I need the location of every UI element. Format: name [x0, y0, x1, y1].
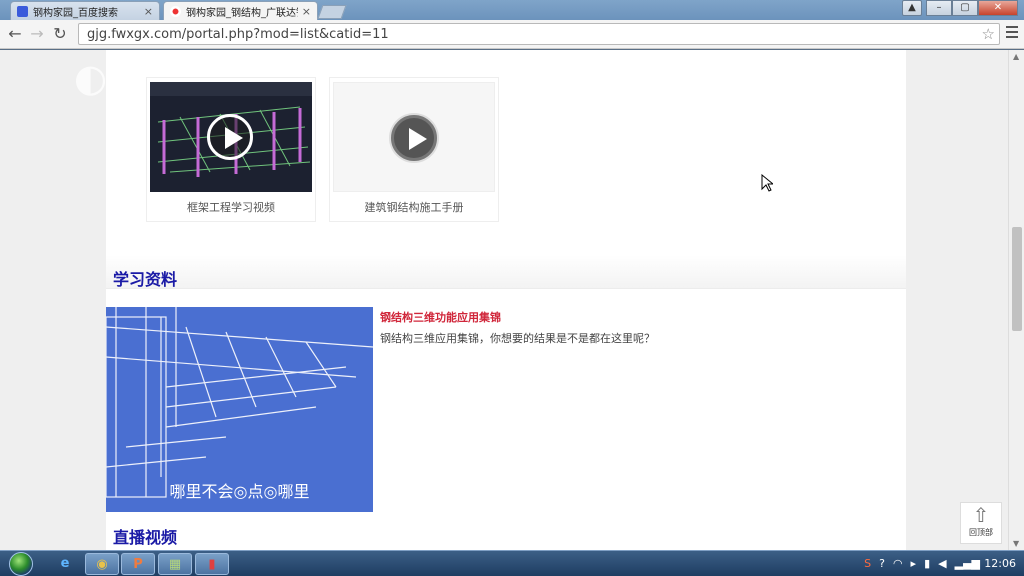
new-tab-button[interactable] — [317, 5, 347, 19]
browser-toolbar: ← → ↻ gjg.fwxgx.com/portal.php?mod=list&… — [0, 20, 1024, 49]
image-slogan: 哪里不会◎点◎哪里 — [169, 482, 310, 501]
windows-taskbar: e ◉ P ▦ ▮ S ? ◠ ▸ ▮ ◀ ▂▄▆ 12:06 — [0, 550, 1024, 576]
back-to-top-button[interactable]: ⇧ 回顶部 — [960, 502, 1002, 544]
video-caption[interactable]: 建筑钢结构施工手册 — [330, 199, 498, 215]
scrollbar-thumb[interactable] — [1012, 227, 1022, 331]
video-thumbnail[interactable] — [333, 82, 495, 192]
article-title-link[interactable]: 钢结构三维功能应用集锦 — [380, 309, 501, 325]
web-viewport: ◐ 框架工程学习视频 建筑钢结构施工手册 学习资料 哪里不会◎点◎哪里 钢结构三… — [0, 50, 1008, 550]
article-description: 钢结构三维应用集锦，你想要的结果是不是都在这里呢？ — [380, 332, 655, 345]
tab-close-icon[interactable]: × — [144, 5, 153, 18]
app-icon[interactable]: ▦ — [158, 553, 192, 575]
close-window-button[interactable]: ✕ — [978, 0, 1018, 16]
maximize-button[interactable]: ▢ — [952, 0, 978, 16]
tab-baidu-search[interactable]: 钢构家园_百度搜索 × — [10, 1, 160, 20]
forward-arrow-icon[interactable]: → — [28, 25, 46, 43]
vertical-scrollbar[interactable]: ▲ ▼ — [1008, 50, 1024, 550]
bookmark-star-icon[interactable]: ☆ — [982, 25, 995, 43]
signal-icon[interactable]: ▂▄▆ — [955, 557, 980, 570]
battery-icon[interactable]: ▮ — [924, 557, 930, 570]
site-favicon-icon — [170, 5, 181, 17]
tab-active-page[interactable]: 钢构家园_钢结构_广联达钢 × — [163, 1, 318, 20]
antivirus-icon[interactable]: S — [864, 557, 871, 570]
baidu-paw-icon — [17, 5, 28, 17]
back-arrow-icon[interactable]: ← — [6, 25, 24, 43]
address-bar[interactable]: gjg.fwxgx.com/portal.php?mod=list&catid=… — [78, 23, 1000, 45]
taskbar-clock[interactable]: 12:06 — [984, 557, 1016, 570]
scroll-down-icon[interactable]: ▼ — [1013, 539, 1019, 548]
network-icon[interactable]: ◠ — [893, 557, 903, 570]
chrome-icon[interactable]: ◉ — [85, 553, 119, 575]
tab-strip: 钢构家园_百度搜索 × 钢构家园_钢结构_广联达钢 × ▲ – ▢ ✕ — [0, 0, 1024, 20]
video-card-construction-manual[interactable]: 建筑钢结构施工手册 — [329, 77, 499, 222]
tab-close-icon[interactable]: × — [302, 5, 311, 18]
menu-icon[interactable] — [1006, 26, 1018, 41]
section-header-band — [106, 255, 906, 289]
volume-icon[interactable]: ◀ — [938, 557, 946, 570]
mouse-cursor-icon — [761, 173, 775, 195]
reload-icon[interactable]: ↻ — [51, 25, 69, 43]
user-icon[interactable]: ▲ — [902, 0, 922, 16]
site-logo-watermark: ◐ — [74, 56, 108, 100]
tab-label: 钢构家园_百度搜索 — [33, 7, 118, 19]
play-icon[interactable] — [207, 114, 253, 160]
start-button[interactable] — [6, 551, 36, 576]
page-content: 框架工程学习视频 建筑钢结构施工手册 学习资料 哪里不会◎点◎哪里 钢结构三维功… — [106, 50, 906, 550]
ie-icon[interactable]: e — [48, 553, 82, 575]
flag-icon[interactable]: ▸ — [911, 557, 917, 570]
up-arrow-icon: ⇧ — [972, 503, 990, 527]
section-title-live-video[interactable]: 直播视频 — [113, 524, 177, 548]
system-tray: S ? ◠ ▸ ▮ ◀ ▂▄▆ — [864, 557, 980, 570]
play-icon[interactable] — [391, 115, 437, 161]
powerpoint-icon[interactable]: P — [121, 553, 155, 575]
video-thumbnail[interactable] — [150, 82, 312, 192]
article-image[interactable]: 哪里不会◎点◎哪里 — [106, 307, 373, 512]
video-caption[interactable]: 框架工程学习视频 — [147, 199, 315, 215]
window-controls: ▲ – ▢ ✕ — [902, 0, 1018, 16]
help-icon[interactable]: ? — [879, 557, 885, 570]
url-text: gjg.fwxgx.com/portal.php?mod=list&catid=… — [87, 27, 389, 42]
tab-label: 钢构家园_钢结构_广联达钢 — [186, 7, 298, 19]
scroll-up-icon[interactable]: ▲ — [1013, 52, 1019, 61]
windows-start-orb-icon — [9, 552, 33, 576]
section-title-study-materials[interactable]: 学习资料 — [113, 266, 177, 290]
minimize-button[interactable]: – — [926, 0, 952, 16]
app2-icon[interactable]: ▮ — [195, 553, 229, 575]
back-to-top-label: 回顶部 — [969, 528, 993, 537]
video-card-frame-study[interactable]: 框架工程学习视频 — [146, 77, 316, 222]
